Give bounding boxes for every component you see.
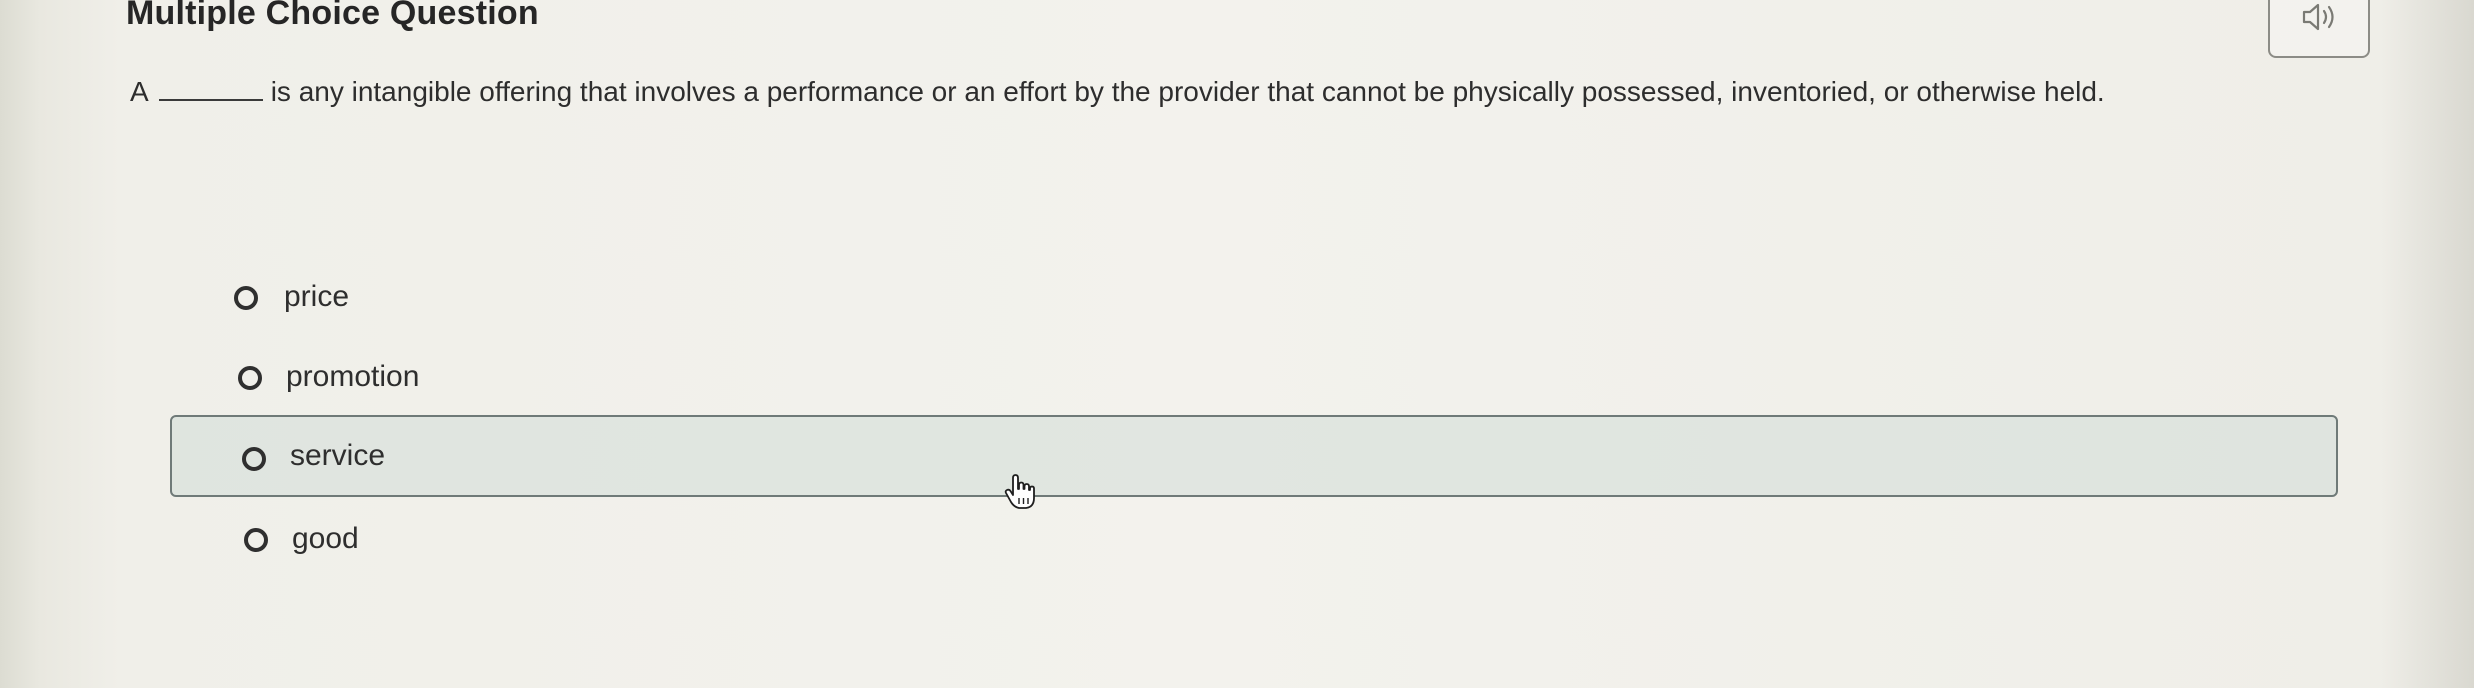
- option-label: price: [284, 280, 350, 313]
- question-page: Multiple Choice Question Ais any intangi…: [0, 0, 2474, 688]
- hand-pointer-icon: [1004, 474, 1035, 509]
- answer-options: price promotion service good: [0, 0, 2474, 688]
- option-label: service: [290, 439, 386, 472]
- option-price[interactable]: price: [222, 256, 622, 336]
- option-label: good: [292, 522, 359, 555]
- option-service[interactable]: service: [170, 415, 2338, 497]
- radio-button[interactable]: [234, 286, 258, 310]
- radio-button[interactable]: [242, 447, 266, 471]
- radio-button[interactable]: [244, 528, 268, 552]
- option-label: promotion: [286, 360, 420, 393]
- option-promotion[interactable]: promotion: [226, 338, 646, 418]
- option-good[interactable]: good: [232, 500, 632, 580]
- radio-button[interactable]: [238, 366, 262, 390]
